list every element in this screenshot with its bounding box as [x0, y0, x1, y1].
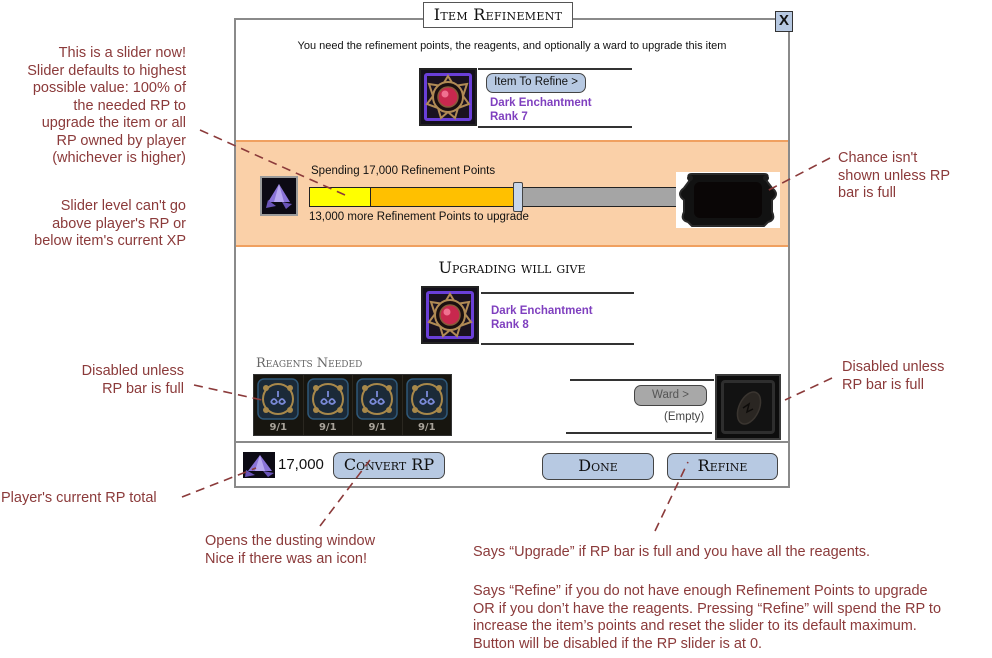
- annotation-line: Nice if there was an icon!: [205, 550, 367, 567]
- annotation-line: increase the item’s points and reset the…: [473, 618, 917, 634]
- dark-enchantment-icon[interactable]: [419, 68, 477, 126]
- slider-annotation: This is a slider now! Slider defaults to…: [0, 45, 186, 168]
- annotation-line: RP bar is full: [842, 376, 924, 393]
- refine-annotation-upgrade: Says “Upgrade” if RP bar is full and you…: [473, 544, 871, 560]
- item-bottom-rule: [478, 126, 632, 128]
- annotation-line: This is a slider now!: [58, 45, 186, 61]
- refine-annotation-refine: Says “Refine” if you do not have enough …: [473, 583, 941, 653]
- footer-separator: [236, 441, 788, 443]
- item-top-rule: [478, 68, 632, 70]
- upgraded-item-icon: [421, 286, 479, 344]
- reagent-icon: [356, 378, 398, 420]
- annotation-line: below item's current XP: [34, 233, 186, 249]
- reagents-list: 9/1 9/1 9/1 9/1: [253, 374, 452, 436]
- item-name: Dark Enchantment: [490, 97, 592, 109]
- upgraded-item-name: Dark Enchantment: [491, 305, 593, 317]
- annotation-line: above player's RP or: [52, 215, 186, 232]
- reagents-heading: Reagents Needed: [256, 356, 363, 371]
- close-button[interactable]: X: [775, 11, 793, 32]
- annotation-line: upgrade the item or all: [41, 115, 186, 131]
- reagent-slot: 9/1: [304, 375, 353, 435]
- current-rp-fill: [310, 188, 371, 206]
- reagent-slot: 9/1: [353, 375, 403, 435]
- reagent-count: 9/1: [318, 422, 337, 433]
- rp-slider-thumb[interactable]: [512, 182, 523, 212]
- upgrade-bottom-rule: [481, 343, 634, 345]
- convert-rp-button[interactable]: Convert RP: [333, 452, 445, 479]
- dialog-title: Item Refinement: [423, 2, 573, 28]
- upgrade-top-rule: [481, 292, 634, 294]
- item-to-refine-button[interactable]: Item To Refine >: [486, 73, 586, 93]
- upgraded-item-rank: Rank 8: [491, 319, 529, 331]
- spending-text: Spending 17,000 Refinement Points: [311, 165, 496, 177]
- rp-total: 17,000: [278, 456, 324, 473]
- refinement-points-icon: [260, 176, 298, 216]
- reagent-icon: [306, 378, 349, 420]
- annotation-line: Slider level can't go: [60, 198, 186, 214]
- upgrade-heading: Upgrading will give: [438, 258, 586, 277]
- ward-bottom-rule: [566, 432, 712, 434]
- annotation-line: Disabled unless: [81, 363, 184, 379]
- reagents-annotation: Disabled unless RP bar is full: [0, 363, 184, 398]
- annotation-line: (whichever is higher): [52, 150, 186, 166]
- annotation-line: Opens the dusting window: [205, 533, 376, 549]
- reagent-icon: [257, 378, 299, 420]
- annotation-line: RP owned by player: [56, 132, 186, 149]
- reagent-count: 9/1: [368, 422, 387, 433]
- annotation-line: Button will be disabled if the RP slider…: [473, 635, 763, 652]
- item-rank: Rank 7: [490, 111, 528, 123]
- ward-status: (Empty): [664, 411, 705, 423]
- slider-limit-annotation: Slider level can't go above player's RP …: [0, 198, 186, 251]
- annotation-line: Says “Refine” if you do not have enough …: [473, 583, 928, 599]
- annotation-line: Chance isn't: [838, 150, 918, 166]
- rp-total-icon: [243, 452, 275, 478]
- done-button[interactable]: Done: [542, 453, 654, 480]
- annotation-line: shown unless RP: [838, 167, 951, 184]
- annotation-line: OR if you don’t have the reagents. Press…: [473, 600, 942, 617]
- ward-slot[interactable]: [715, 374, 781, 440]
- refine-button[interactable]: Refine: [667, 453, 778, 480]
- spend-rp-fill: [370, 188, 518, 206]
- ward-annotation: Disabled unless RP bar is full: [842, 359, 944, 394]
- annotation-line: possible value: 100% of: [32, 80, 186, 96]
- reagent-slot: 9/1: [403, 375, 452, 435]
- remaining-text: 13,000 more Refinement Points to upgrade: [309, 211, 529, 223]
- chance-annotation: Chance isn't shown unless RP bar is full: [838, 150, 950, 203]
- convert-annotation: Opens the dusting window Nice if there w…: [205, 533, 375, 568]
- rp-total-annotation: Player's current RP total: [1, 490, 157, 506]
- ward-leader-line: [784, 377, 833, 401]
- ward-top-rule: [570, 379, 714, 381]
- reagent-count: 9/1: [417, 422, 436, 433]
- annotation-line: the needed RP to: [73, 97, 186, 114]
- annotation-line: Disabled unless: [842, 359, 945, 375]
- annotation-line: RP bar is full: [102, 380, 184, 397]
- ward-button[interactable]: Ward >: [634, 385, 707, 406]
- annotation-line: bar is full: [838, 185, 897, 201]
- reagent-count: 9/1: [269, 422, 288, 433]
- intro-text: You need the refinement points, the reag…: [297, 40, 727, 52]
- reagent-slot: 9/1: [254, 375, 304, 435]
- reagent-icon: [405, 378, 448, 420]
- chance-frame-icon: [676, 172, 780, 228]
- rp-slider-track[interactable]: [309, 182, 679, 212]
- annotation-line: Slider defaults to highest: [27, 62, 186, 79]
- ward-icon: [736, 391, 762, 425]
